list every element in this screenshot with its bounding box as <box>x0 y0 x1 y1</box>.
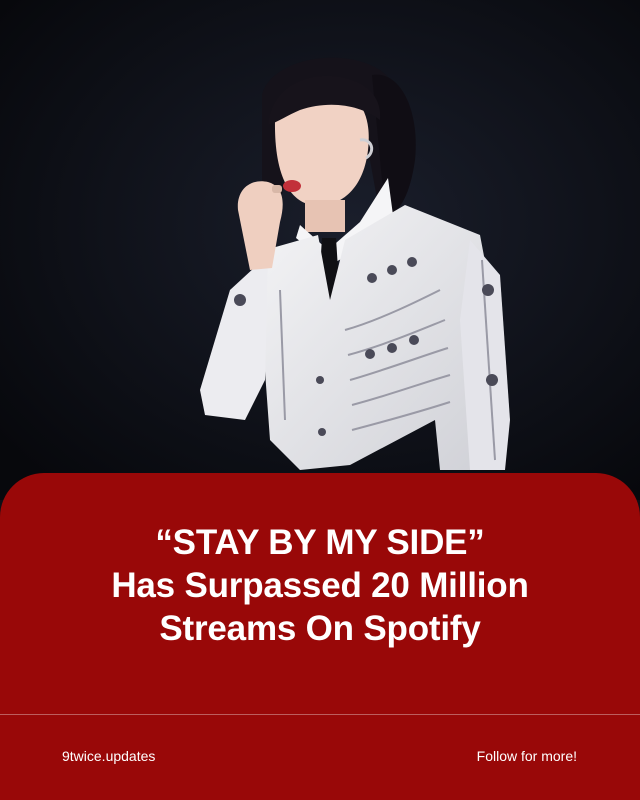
headline: “STAY BY MY SIDE” Has Surpassed 20 Milli… <box>40 521 600 650</box>
headline-line-3: Streams On Spotify <box>159 609 481 648</box>
performer-photo <box>0 0 640 500</box>
caption-card: “STAY BY MY SIDE” Has Surpassed 20 Milli… <box>0 473 640 800</box>
divider <box>0 714 640 715</box>
account-handle: 9twice.updates <box>62 748 156 764</box>
lips <box>283 180 301 192</box>
follow-cta: Follow for more! <box>476 748 577 764</box>
mic <box>272 185 282 193</box>
headline-line-1: “STAY BY MY SIDE” <box>155 523 485 562</box>
headline-line-2: Has Surpassed 20 Million <box>111 566 529 605</box>
